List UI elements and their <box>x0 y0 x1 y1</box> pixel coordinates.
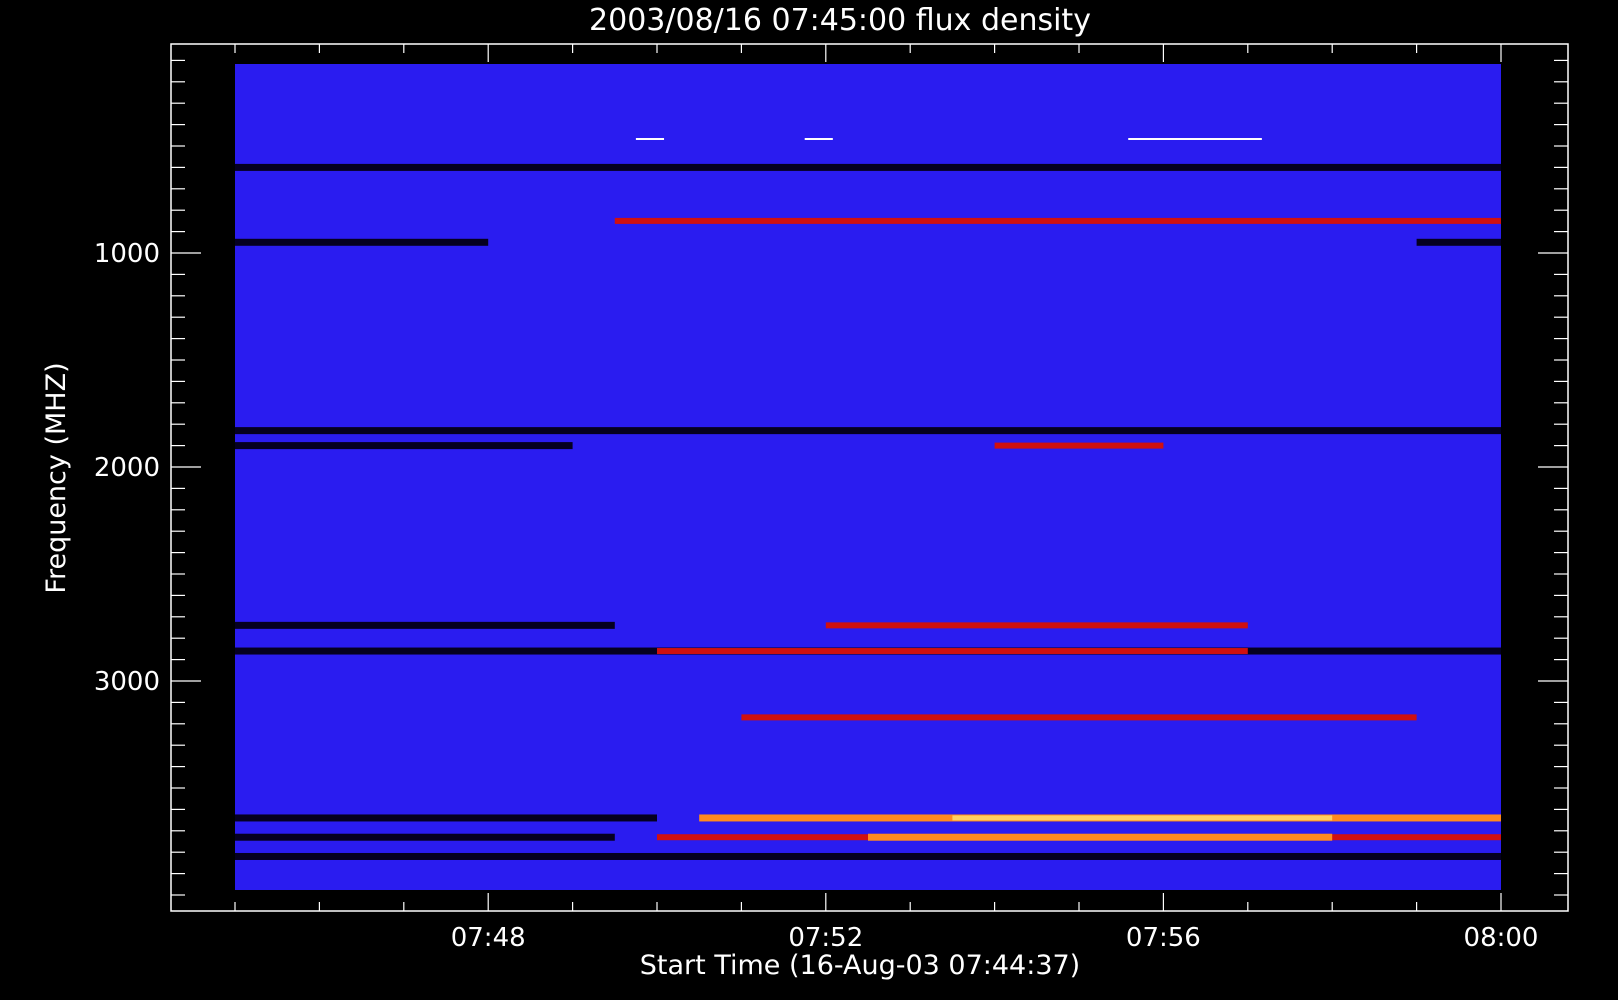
x-tick-label: 07:56 <box>1126 923 1201 953</box>
flux-density-spectrogram: 2003/08/16 07:45:00 flux density 07:48 07… <box>0 0 1618 1000</box>
band-red <box>825 622 1248 629</box>
band-dark <box>235 852 1501 860</box>
band-red <box>657 648 1248 655</box>
x-tick-label: 07:52 <box>788 923 863 953</box>
x-tick-label: 08:00 <box>1464 923 1539 953</box>
band-dark <box>235 442 573 450</box>
band-dark <box>235 814 657 822</box>
band-dark <box>235 163 1501 171</box>
band-red <box>741 714 1417 721</box>
x-tick-label: 07:48 <box>451 923 526 953</box>
band-dark <box>235 621 615 629</box>
band-yellow <box>952 815 1333 821</box>
y-tick-label: 3000 <box>94 667 160 697</box>
band-dark <box>235 238 489 246</box>
band-dark <box>235 833 615 841</box>
spectrogram-image <box>235 64 1501 890</box>
band-red <box>614 217 1501 224</box>
band-orange <box>868 833 1333 841</box>
y-axis-label: Frequency (MHZ) <box>41 362 72 593</box>
y-tick-label: 2000 <box>94 453 160 483</box>
y-tick-label: 1000 <box>94 239 160 269</box>
x-axis-label: Start Time (16-Aug-03 07:44:37) <box>640 950 1080 981</box>
spectrogram-base <box>235 64 1501 890</box>
band-dark <box>235 427 1501 435</box>
chart-title: 2003/08/16 07:45:00 flux density <box>589 3 1091 38</box>
band-dark <box>1416 238 1501 246</box>
band-red <box>994 442 1164 449</box>
